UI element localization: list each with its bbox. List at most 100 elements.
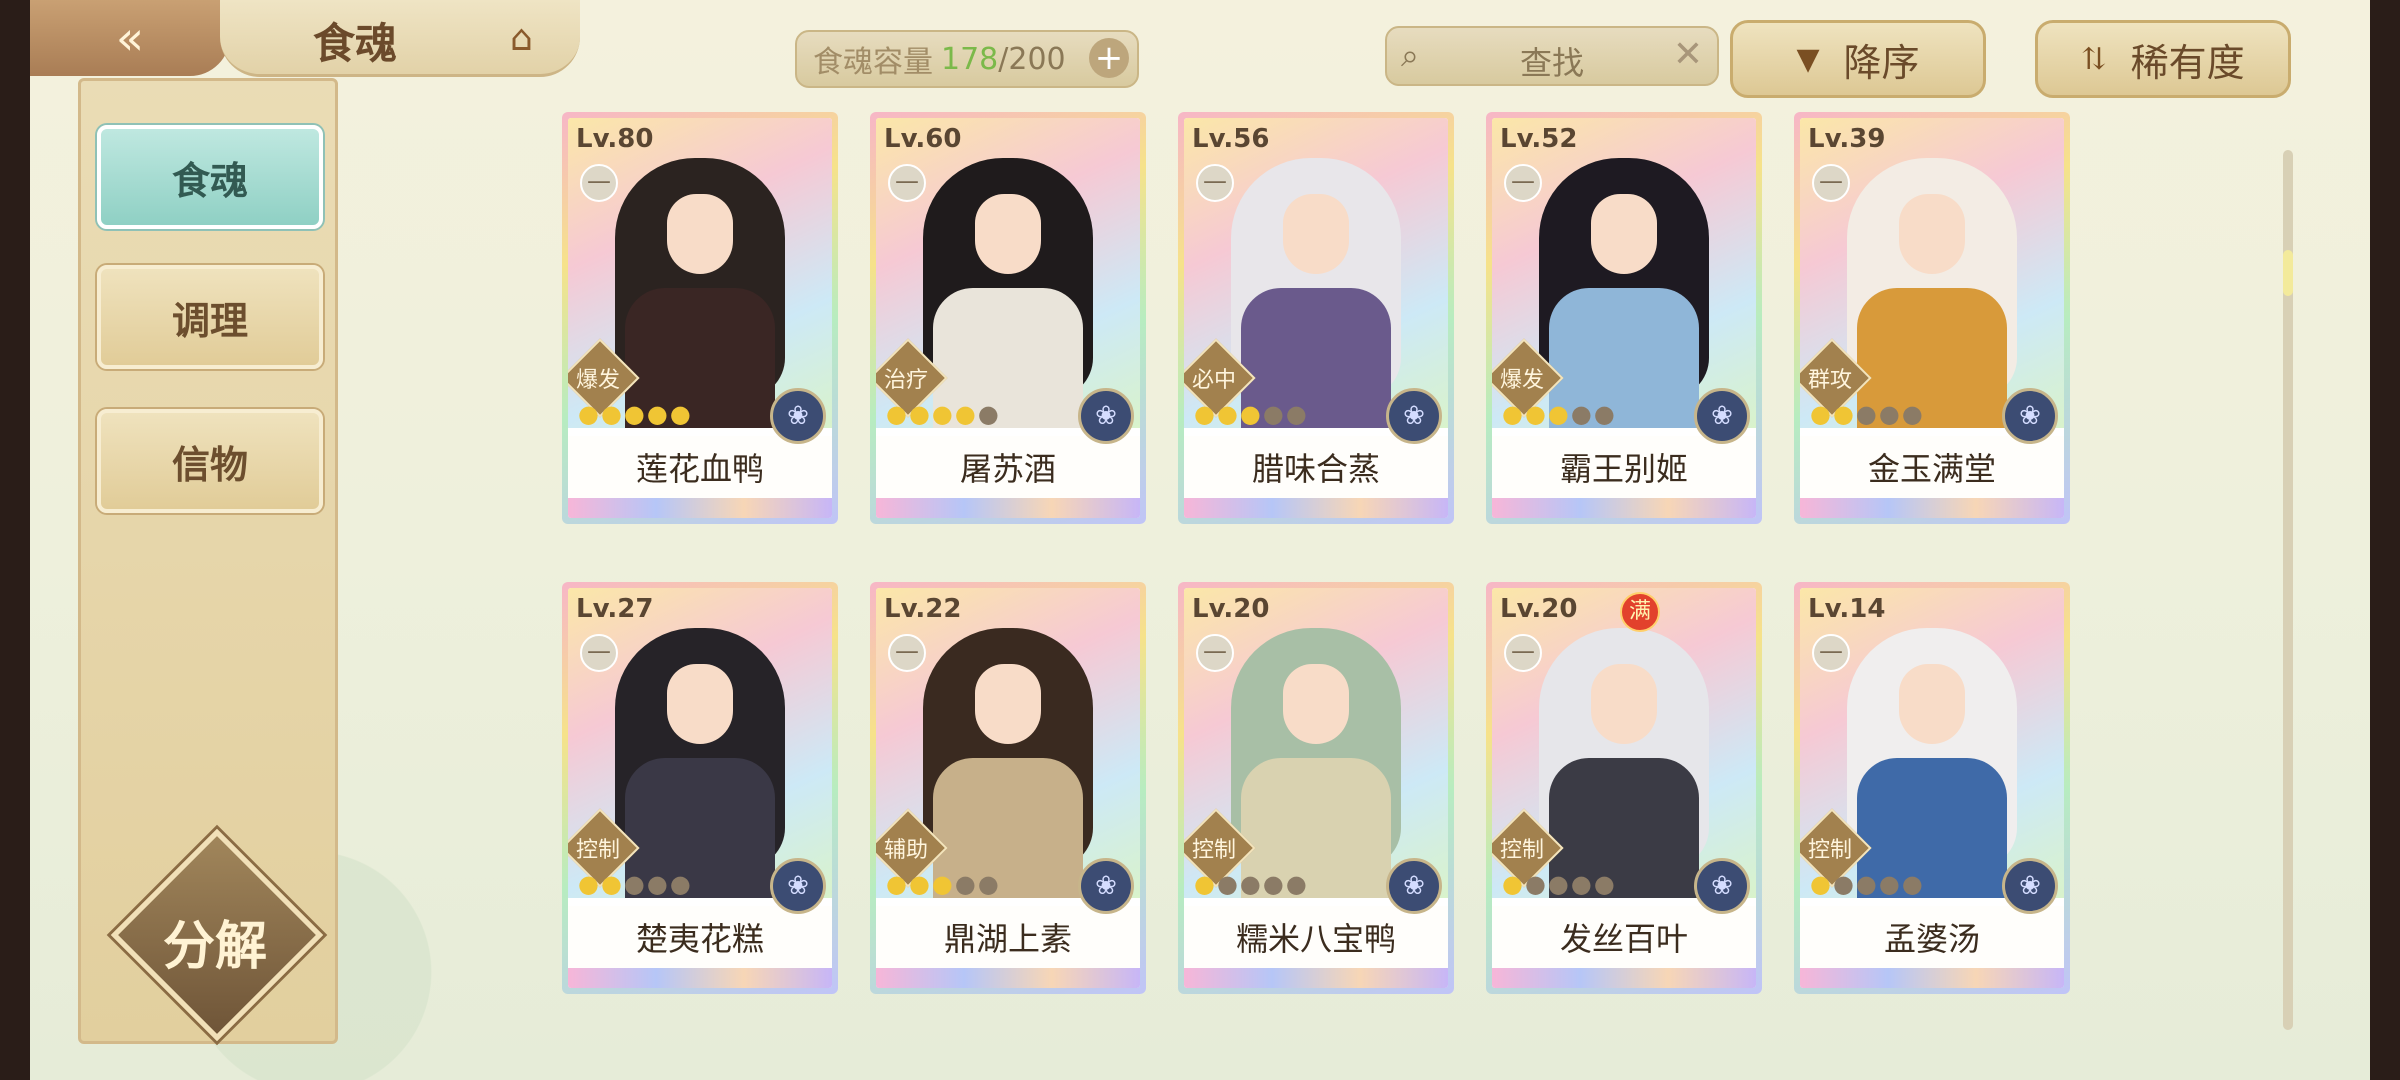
card-footer-decoration (568, 968, 832, 988)
flame-star-icon: ● (977, 870, 1001, 898)
card-name: 腊味合蒸 (1184, 436, 1448, 498)
card-inner: Lv.80 — 爆发 ●●●●● ❀ 莲花血鸭 (568, 118, 832, 518)
food-soul-card[interactable]: Lv.20 — 控制 ●●●●● ❀ 满 发丝百叶 (1486, 582, 1762, 994)
character-face (1899, 194, 1965, 274)
flame-star-icon: ● (623, 870, 647, 898)
character-face (1283, 194, 1349, 274)
minus-badge-icon: — (888, 634, 926, 672)
character-face (975, 194, 1041, 274)
star-rating: ●●●●● (1810, 400, 1925, 428)
title-tab: 食魂 ⌂ (220, 0, 580, 77)
minus-badge-icon: — (580, 164, 618, 202)
star-rating: ●●●●● (886, 870, 1001, 898)
flame-star-icon: ● (1901, 870, 1925, 898)
card-inner: Lv.14 — 控制 ●●●●● ❀ 孟婆汤 (1800, 588, 2064, 988)
flame-star-icon: ● (1593, 400, 1617, 428)
flame-star-icon: ● (1832, 870, 1856, 898)
minus-badge-icon: — (1196, 634, 1234, 672)
scrollbar[interactable] (2283, 150, 2293, 1030)
flame-star-icon: ● (669, 870, 693, 898)
minus-badge-icon: — (1196, 164, 1234, 202)
back-button[interactable]: « (30, 0, 230, 76)
flame-star-icon: ● (646, 400, 670, 428)
flame-star-icon: ● (1216, 870, 1240, 898)
pavilion-icon[interactable]: ⌂ (510, 18, 533, 59)
flame-star-icon: ● (1547, 870, 1571, 898)
character-figure (1847, 158, 2017, 428)
flame-star-icon: ● (1570, 400, 1594, 428)
card-name: 鼎湖上素 (876, 906, 1140, 968)
food-soul-card[interactable]: Lv.14 — 控制 ●●●●● ❀ 孟婆汤 (1794, 582, 2070, 994)
decompose-label[interactable]: 分解 (110, 904, 320, 979)
sidebar-item-conditioning[interactable]: 调理 (97, 265, 323, 369)
flame-star-icon: ● (1593, 870, 1617, 898)
flame-star-icon: ● (1262, 870, 1286, 898)
flame-star-icon: ● (1216, 400, 1240, 428)
character-figure (923, 158, 1093, 428)
food-soul-card[interactable]: Lv.27 — 控制 ●●●●● ❀ 楚夷花糕 (562, 582, 838, 994)
card-footer-decoration (568, 498, 832, 518)
card-inner: Lv.22 — 辅助 ●●●●● ❀ 鼎湖上素 (876, 588, 1140, 988)
card-name: 楚夷花糕 (568, 906, 832, 968)
star-rating: ●●●●● (1502, 400, 1617, 428)
card-inner: Lv.52 — 爆发 ●●●●● ❀ 霸王别姬 (1492, 118, 1756, 518)
flame-star-icon: ● (1570, 870, 1594, 898)
sidebar-item-tokens[interactable]: 信物 (97, 409, 323, 513)
star-rating: ●●●●● (578, 400, 693, 428)
sort-field-button[interactable]: ⇅ 稀有度 (2035, 20, 2291, 98)
character-figure (1231, 628, 1401, 898)
expand-capacity-button[interactable]: + (1089, 38, 1129, 78)
card-footer-decoration (876, 968, 1140, 988)
flame-star-icon: ● (669, 400, 693, 428)
flame-star-icon: ● (908, 400, 932, 428)
food-soul-card[interactable]: Lv.20 — 控制 ●●●●● ❀ 糯米八宝鸭 (1178, 582, 1454, 994)
food-soul-card[interactable]: Lv.80 — 爆发 ●●●●● ❀ 莲花血鸭 (562, 112, 838, 524)
card-level: Lv.27 (576, 594, 654, 624)
flame-star-icon: ● (954, 870, 978, 898)
card-footer-decoration (1800, 968, 2064, 988)
flower-emblem-icon: ❀ (1694, 388, 1750, 444)
card-level: Lv.56 (1192, 124, 1270, 154)
card-name: 孟婆汤 (1800, 906, 2064, 968)
sort-order-button[interactable]: ▼ 降序 (1730, 20, 1986, 98)
clear-search-button[interactable]: ✕ (1673, 34, 1703, 75)
search-input[interactable]: ⌕ 查找 ✕ (1385, 26, 1719, 86)
food-soul-card[interactable]: Lv.52 — 爆发 ●●●●● ❀ 霸王别姬 (1486, 112, 1762, 524)
card-level: Lv.22 (884, 594, 962, 624)
max-level-badge: 满 (1620, 592, 1660, 632)
flame-star-icon: ● (931, 400, 955, 428)
device-bezel-right (2370, 0, 2400, 1080)
flower-emblem-icon: ❀ (1078, 388, 1134, 444)
role-label: 爆发 (1499, 368, 1544, 393)
star-rating: ●●●●● (886, 400, 1001, 428)
role-label: 控制 (575, 838, 620, 863)
food-soul-card[interactable]: Lv.56 — 必中 ●●●●● ❀ 腊味合蒸 (1178, 112, 1454, 524)
character-face (1591, 194, 1657, 274)
flame-star-icon: ● (1194, 400, 1217, 428)
sidebar-item-food-souls[interactable]: 食魂 (97, 125, 323, 229)
card-inner: Lv.20 — 控制 ●●●●● ❀ 糯米八宝鸭 (1184, 588, 1448, 988)
search-placeholder: 查找 (1519, 44, 1584, 82)
food-soul-card[interactable]: Lv.60 — 治疗 ●●●●● ❀ 屠苏酒 (870, 112, 1146, 524)
device-bezel-left (0, 0, 30, 1080)
flame-star-icon: ● (908, 870, 932, 898)
flame-star-icon: ● (600, 400, 624, 428)
top-bar: « 食魂 ⌂ 食魂容量 178 / 200 + ⌕ 查找 ✕ ▼ 降序 ⇅ 稀有… (30, 0, 2370, 98)
food-soul-card[interactable]: Lv.39 — 群攻 ●●●●● ❀ 金玉满堂 (1794, 112, 2070, 524)
food-soul-card[interactable]: Lv.22 — 辅助 ●●●●● ❀ 鼎湖上素 (870, 582, 1146, 994)
card-inner: Lv.60 — 治疗 ●●●●● ❀ 屠苏酒 (876, 118, 1140, 518)
flame-star-icon: ● (1547, 400, 1571, 428)
capacity-value: 178 (941, 41, 999, 77)
star-rating: ●●●●● (1502, 870, 1617, 898)
character-figure (1539, 158, 1709, 428)
flame-star-icon: ● (1810, 400, 1833, 428)
flame-star-icon: ● (886, 400, 909, 428)
star-rating: ●●●●● (1194, 400, 1309, 428)
flame-star-icon: ● (1285, 400, 1309, 428)
scrollbar-thumb[interactable] (2283, 250, 2293, 296)
card-footer-decoration (1800, 498, 2064, 518)
role-label: 控制 (1499, 838, 1544, 863)
character-figure (615, 158, 785, 428)
flame-star-icon: ● (1878, 400, 1902, 428)
sort-order-label: 降序 (1843, 40, 1920, 85)
